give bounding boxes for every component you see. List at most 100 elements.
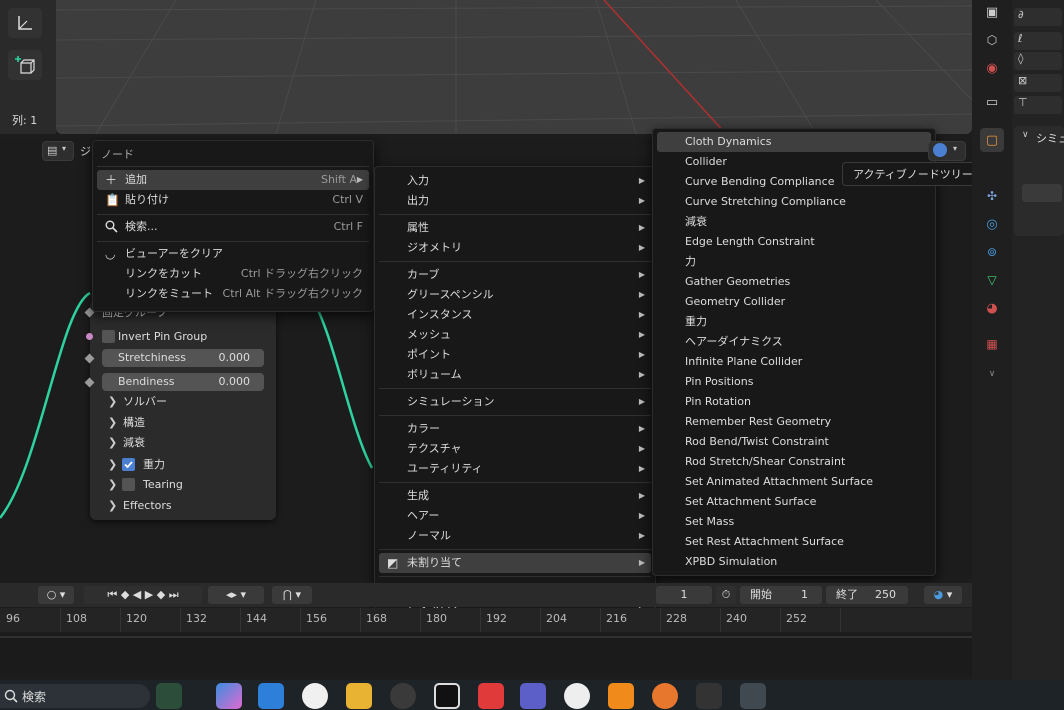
- physics-button[interactable]: ⊠: [1014, 74, 1062, 92]
- unassigned-menu-item[interactable]: Infinite Plane Collider: [657, 352, 931, 372]
- add-menu-item[interactable]: ジオメトリ ▶: [379, 238, 651, 258]
- physics-button[interactable]: ◊: [1014, 52, 1062, 70]
- blender-active-icon[interactable]: [740, 683, 766, 709]
- notepad-icon[interactable]: [258, 683, 284, 709]
- tearing-panel[interactable]: ❯ Tearing: [90, 475, 276, 495]
- keyframe-nav[interactable]: ◂▸ ▾: [208, 586, 264, 604]
- structure-panel[interactable]: ❯ 構造: [90, 413, 276, 433]
- unassigned-menu-item[interactable]: XPBD Simulation: [657, 552, 931, 572]
- add-menu-item[interactable]: メッシュ ▶: [379, 325, 651, 345]
- solver-panel[interactable]: ❯ ソルバー: [90, 392, 276, 412]
- bendiness-row[interactable]: Bendiness 0.000: [84, 373, 276, 393]
- data-tab[interactable]: ▽: [980, 268, 1004, 292]
- terminal-window-icon[interactable]: [434, 683, 460, 709]
- stopwatch-button[interactable]: ⏱: [716, 586, 736, 604]
- 3d-viewport[interactable]: [56, 0, 972, 134]
- play-reverse-icon[interactable]: ◀: [133, 588, 141, 601]
- jump-start-icon[interactable]: ⏮: [107, 588, 117, 601]
- blender-icon[interactable]: [652, 683, 678, 709]
- add-menu-item[interactable]: ノーマル ▶: [379, 526, 651, 546]
- clip-studio-icon[interactable]: [564, 683, 590, 709]
- prev-key-icon[interactable]: ◆: [121, 588, 129, 601]
- widgets-icon[interactable]: [156, 683, 182, 709]
- stretchiness-field[interactable]: Stretchiness 0.000: [102, 349, 264, 367]
- unassigned-menu-item[interactable]: Edge Length Constraint: [657, 232, 931, 252]
- panel-field[interactable]: [1022, 184, 1062, 202]
- playback-controls[interactable]: ⏮ ◆ ◀ ▶ ◆ ⏭: [84, 586, 202, 604]
- unassigned-menu-item[interactable]: ヘアーダイナミクス: [657, 332, 931, 352]
- menu-item-add[interactable]: ＋ 追加 Shift A ▶: [97, 170, 369, 190]
- obs-icon[interactable]: [390, 683, 416, 709]
- add-menu-item[interactable]: インスタンス ▶: [379, 305, 651, 325]
- physics-button[interactable]: ℓ: [1014, 32, 1062, 50]
- add-cube-tool-button[interactable]: [8, 50, 42, 80]
- unassigned-menu-item[interactable]: 減衰: [657, 212, 931, 232]
- sync-dropdown[interactable]: ◕ ▾: [924, 586, 962, 604]
- terminal-icon[interactable]: [696, 683, 722, 709]
- teams-icon[interactable]: [520, 683, 546, 709]
- unassigned-menu-item[interactable]: Curve Stretching Compliance: [657, 192, 931, 212]
- object-tab[interactable]: ▢: [980, 128, 1004, 152]
- taskbar-search[interactable]: 検索: [0, 684, 150, 708]
- damping-panel[interactable]: ❯ 減衰: [90, 433, 276, 453]
- copilot-icon[interactable]: [216, 683, 242, 709]
- render-tab[interactable]: ▣: [980, 0, 1004, 24]
- constraints-tab[interactable]: ⊚: [980, 240, 1004, 264]
- physics-button[interactable]: ⊤: [1014, 96, 1062, 114]
- bendiness-field[interactable]: Bendiness 0.000: [102, 373, 264, 391]
- stretchiness-row[interactable]: Stretchiness 0.000: [84, 349, 276, 369]
- invert-pin-group-row[interactable]: Invert Pin Group: [86, 327, 276, 347]
- socket-icon[interactable]: [86, 333, 93, 340]
- logitech-icon[interactable]: [302, 683, 328, 709]
- menu-item-clear-viewer[interactable]: ◡ ビューアーをクリア: [97, 244, 369, 264]
- unassigned-menu-item[interactable]: Rod Stretch/Shear Constraint: [657, 452, 931, 472]
- add-menu-item[interactable]: ヘアー ▶: [379, 506, 651, 526]
- unassigned-menu-item[interactable]: Cloth Dynamics: [657, 132, 931, 152]
- effectors-panel[interactable]: ❯ Effectors: [90, 496, 276, 516]
- start-frame-field[interactable]: 開始 1: [740, 586, 822, 604]
- modifier-tab[interactable]: ✣: [980, 184, 1004, 208]
- add-menu-item[interactable]: 入力 ▶: [379, 171, 651, 191]
- gravity-panel[interactable]: ❯ 重力: [90, 455, 276, 475]
- unassigned-menu-item[interactable]: Gather Geometries: [657, 272, 931, 292]
- more-tabs[interactable]: ∨: [980, 362, 1004, 386]
- end-frame-field[interactable]: 終了 250: [826, 586, 908, 604]
- menu-item-mute-links[interactable]: リンクをミュート Ctrl Alt ドラッグ右クリック: [97, 284, 369, 304]
- cloth-node[interactable]: 固定グループ Invert Pin Group Stretchiness 0.0…: [84, 300, 276, 520]
- unassigned-menu-item[interactable]: 力: [657, 252, 931, 272]
- play-icon[interactable]: ▶: [145, 588, 153, 601]
- physics-button[interactable]: ∂: [1014, 8, 1062, 26]
- gravity-checkbox[interactable]: [122, 458, 135, 471]
- unassigned-menu-item[interactable]: Rod Bend/Twist Constraint: [657, 432, 931, 452]
- add-menu-item[interactable]: 生成 ▶: [379, 486, 651, 506]
- invert-pin-checkbox[interactable]: [102, 330, 115, 343]
- unassigned-menu-item[interactable]: Remember Rest Geometry: [657, 412, 931, 432]
- unassigned-menu-item[interactable]: Geometry Collider: [657, 292, 931, 312]
- add-menu-item[interactable]: ボリューム ▶: [379, 365, 651, 385]
- jump-end-icon[interactable]: ⏭: [169, 588, 179, 601]
- current-frame-field[interactable]: 1: [656, 586, 712, 604]
- texture-tab[interactable]: ▦: [980, 332, 1004, 356]
- add-menu-item[interactable]: ポイント ▶: [379, 345, 651, 365]
- add-menu-item[interactable]: カーブ ▶: [379, 265, 651, 285]
- next-key-icon[interactable]: ◆: [157, 588, 165, 601]
- material-tab[interactable]: ◕: [980, 296, 1004, 320]
- collection-tab[interactable]: ▭: [980, 90, 1004, 114]
- menu-item-cut-links[interactable]: リンクをカット Ctrl ドラッグ右クリック: [97, 264, 369, 284]
- unassigned-menu-item[interactable]: Pin Rotation: [657, 392, 931, 412]
- add-menu-item[interactable]: 出力 ▶: [379, 191, 651, 211]
- unassigned-menu-item[interactable]: 重力: [657, 312, 931, 332]
- vivaldi-icon[interactable]: [478, 683, 504, 709]
- add-menu-item[interactable]: テクスチャ ▶: [379, 439, 651, 459]
- menu-item-search[interactable]: 検索... Ctrl F: [97, 217, 369, 237]
- snap-dropdown[interactable]: ⋂ ▾: [272, 586, 312, 604]
- keying-dropdown[interactable]: ○ ▾: [38, 586, 74, 604]
- add-menu-item[interactable]: 属性 ▶: [379, 218, 651, 238]
- measure-tool-button[interactable]: [8, 8, 42, 38]
- editor-type-dropdown[interactable]: ▤ ▾: [42, 141, 74, 161]
- tearing-checkbox[interactable]: [122, 478, 135, 491]
- unassigned-menu-item[interactable]: Set Attachment Surface: [657, 492, 931, 512]
- add-menu-item[interactable]: ◩ 未割り当て ▶: [379, 553, 651, 573]
- timeline-area[interactable]: [0, 632, 972, 676]
- file-explorer-icon[interactable]: [346, 683, 372, 709]
